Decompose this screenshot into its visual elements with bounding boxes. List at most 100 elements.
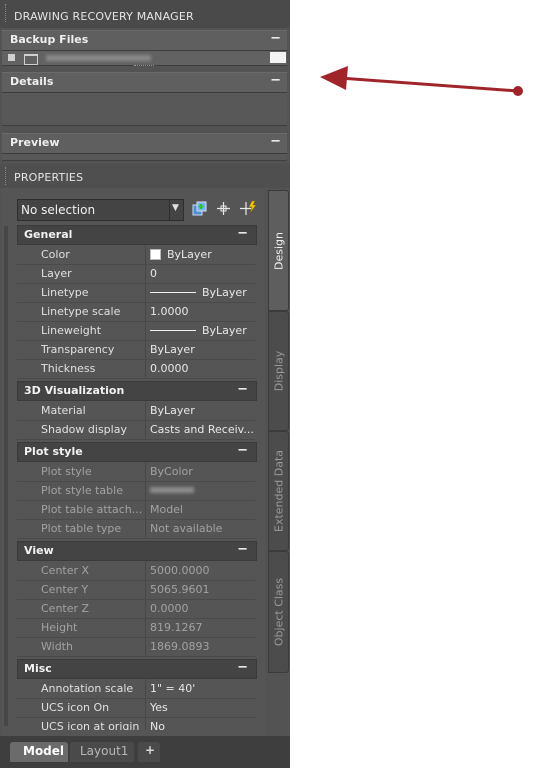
prop-value: 0 — [150, 267, 157, 280]
prop-label: Lineweight — [41, 324, 102, 337]
prop-row-color[interactable]: Color ByLayer — [17, 245, 255, 265]
blurred-value — [150, 487, 194, 493]
prop-value: 1869.0893 — [150, 640, 210, 653]
prop-value: ByLayer — [150, 404, 195, 417]
collapse-icon[interactable]: − — [270, 134, 281, 149]
prop-row-linetype[interactable]: Linetype ByLayer — [17, 283, 255, 303]
group-general[interactable]: General − — [17, 225, 257, 245]
tab-object-class[interactable]: Object Class — [268, 551, 289, 673]
group-view[interactable]: View − — [17, 541, 257, 561]
prop-value: ByLayer — [150, 324, 247, 337]
prop-value-text: ByLayer — [167, 248, 212, 261]
prop-value: 819.1267 — [150, 621, 203, 634]
prop-row-width[interactable]: Width 1869.0893 — [17, 637, 255, 657]
selection-value: No selection — [21, 203, 96, 217]
group-3d-visualization[interactable]: 3D Visualization − — [17, 381, 257, 401]
collapse-icon[interactable]: − — [237, 443, 248, 458]
collapse-icon[interactable]: − — [237, 542, 248, 557]
prop-row-height[interactable]: Height 819.1267 — [17, 618, 255, 638]
splitter-grip[interactable] — [134, 65, 154, 69]
prop-row-lineweight[interactable]: Lineweight ByLayer — [17, 321, 255, 341]
tab-layout1[interactable]: Layout1 — [70, 742, 134, 762]
prop-label: Center Z — [41, 602, 90, 615]
line-sample-icon — [150, 329, 196, 331]
quick-select-icon[interactable] — [240, 200, 258, 217]
collapse-icon[interactable]: − — [270, 31, 281, 46]
dropdown-divider — [169, 200, 170, 220]
prop-value: Model — [150, 503, 184, 516]
grip-handle[interactable] — [5, 167, 8, 185]
prop-label: Width — [41, 640, 73, 653]
prop-row-plot-table-attach[interactable]: Plot table attach... Model — [17, 500, 255, 520]
column-divider — [145, 340, 146, 359]
selection-dropdown[interactable]: No selection ▼ — [17, 199, 184, 221]
scrollbar-thumb[interactable] — [270, 52, 286, 63]
group-misc[interactable]: Misc − — [17, 659, 257, 679]
prop-value: ByLayer — [150, 343, 195, 356]
prop-row-layer[interactable]: Layer 0 — [17, 264, 255, 284]
prop-value: 0.0000 — [150, 362, 189, 375]
collapse-icon[interactable]: − — [237, 382, 248, 397]
group-plot-style[interactable]: Plot style − — [17, 442, 257, 462]
prop-value: 1" = 40' — [150, 682, 196, 695]
column-divider — [145, 580, 146, 599]
preview-area — [2, 154, 287, 161]
preview-header[interactable]: Preview − — [2, 133, 287, 154]
tab-layout1-label: Layout1 — [80, 744, 129, 758]
properties-header: PROPERTIES — [0, 164, 290, 188]
prop-row-transparency[interactable]: Transparency ByLayer — [17, 340, 255, 360]
prop-row-plot-table-type[interactable]: Plot table type Not available — [17, 519, 255, 539]
prop-row-annotation-scale[interactable]: Annotation scale 1" = 40' — [17, 679, 255, 699]
grip-handle[interactable] — [5, 4, 8, 22]
tab-design[interactable]: Design — [268, 190, 289, 311]
backup-files-header[interactable]: Backup Files − — [2, 30, 287, 51]
tab-model[interactable]: Model — [10, 742, 68, 762]
prop-label: Linetype — [41, 286, 89, 299]
tab-extended-data[interactable]: Extended Data — [268, 431, 289, 551]
prop-row-ucs-icon-on[interactable]: UCS icon On Yes — [17, 698, 255, 718]
prop-label: Plot table type — [41, 522, 122, 535]
prop-value: 5000.0000 — [150, 564, 210, 577]
prop-row-linetype-scale[interactable]: Linetype scale 1.0000 — [17, 302, 255, 322]
properties-scrollbar[interactable] — [4, 226, 8, 726]
column-divider — [145, 302, 146, 321]
prop-row-plot-style[interactable]: Plot style ByColor — [17, 462, 255, 482]
color-swatch-icon — [150, 248, 161, 260]
column-divider — [145, 359, 146, 378]
prop-label: Plot style — [41, 465, 92, 478]
prop-value: Yes — [150, 701, 168, 714]
prop-value: Not available — [150, 522, 223, 535]
prop-label: Plot style table — [41, 484, 123, 497]
prop-row-ucs-icon-origin[interactable]: UCS icon at origin No — [17, 717, 255, 730]
prop-value: 1.0000 — [150, 305, 189, 318]
line-sample-icon — [150, 291, 196, 293]
prop-row-shadow-display[interactable]: Shadow display Casts and Receiv... — [17, 420, 255, 440]
tab-display[interactable]: Display — [268, 311, 289, 431]
prop-label: UCS icon On — [41, 701, 110, 714]
column-divider — [145, 264, 146, 283]
details-area — [2, 93, 287, 126]
backup-files-list[interactable] — [2, 51, 287, 66]
group-label: View — [24, 544, 54, 557]
collapse-icon[interactable]: − — [270, 73, 281, 88]
select-objects-icon[interactable] — [216, 201, 231, 216]
toggle-pickadd-icon[interactable] — [192, 201, 207, 216]
chevron-down-icon[interactable]: ▼ — [172, 203, 179, 213]
prop-row-center-x[interactable]: Center X 5000.0000 — [17, 561, 255, 581]
new-layout-button[interactable]: + — [138, 742, 160, 762]
column-divider — [145, 618, 146, 637]
prop-row-plot-style-table[interactable]: Plot style table — [17, 481, 255, 501]
prop-row-thickness[interactable]: Thickness 0.0000 — [17, 359, 255, 379]
prop-label: Layer — [41, 267, 72, 280]
collapse-icon[interactable]: − — [237, 660, 248, 675]
collapse-icon[interactable]: − — [237, 226, 248, 241]
column-divider — [145, 283, 146, 302]
blurred-filename — [46, 55, 151, 61]
prop-label: Thickness — [41, 362, 96, 375]
details-header[interactable]: Details − — [2, 72, 287, 93]
prop-row-center-y[interactable]: Center Y 5065.9601 — [17, 580, 255, 600]
prop-row-material[interactable]: Material ByLayer — [17, 401, 255, 421]
prop-row-center-z[interactable]: Center Z 0.0000 — [17, 599, 255, 619]
group-label: Misc — [24, 662, 52, 675]
column-divider — [145, 321, 146, 340]
